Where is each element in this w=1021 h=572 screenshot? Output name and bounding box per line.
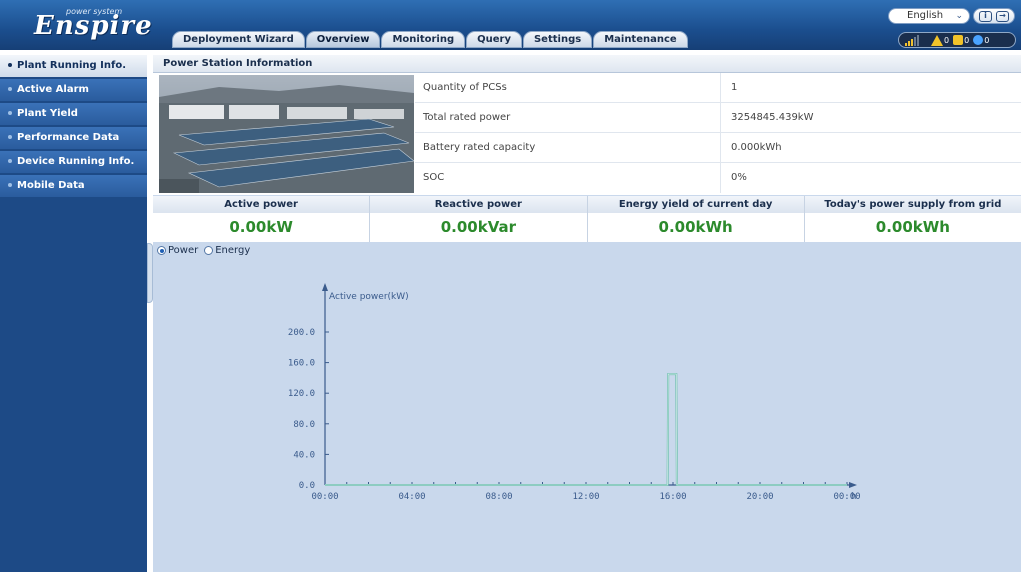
x-tick-label: 08:00 xyxy=(485,492,512,502)
info-alarm-icon xyxy=(973,35,984,45)
power-series-line xyxy=(325,373,847,486)
row-value: 0% xyxy=(731,172,747,183)
active-power-chart: Active power(kW)h0.040.080.0120.0160.020… xyxy=(288,283,861,502)
kpi-value: 0.00kW xyxy=(229,218,293,236)
sidebar-item-label: Device Running Info. xyxy=(17,156,135,167)
row-value: 0.000kWh xyxy=(731,142,782,153)
main-nav-tabs: Deployment Wizard Overview Monitoring Qu… xyxy=(172,31,689,48)
tab-monitoring[interactable]: Monitoring xyxy=(381,31,466,48)
sidebar-item-label: Mobile Data xyxy=(17,180,85,191)
help-icon[interactable]: i xyxy=(979,10,992,22)
app-header: power system Enspire Deployment Wizard O… xyxy=(0,0,1021,50)
major-alarm[interactable]: 0 xyxy=(931,34,950,46)
enspire-logo: power system Enspire xyxy=(8,5,152,45)
major-alarm-icon xyxy=(931,34,943,46)
sidebar-item-label: Performance Data xyxy=(17,132,120,143)
row-value: 1 xyxy=(731,82,738,93)
row-label: SOC xyxy=(415,163,721,193)
signal-strength-icon xyxy=(905,34,919,46)
kpi-grid-supply-today: Today's power supply from grid 0.00kWh xyxy=(804,196,1021,242)
warning-count: 0 xyxy=(984,35,990,45)
bullet-icon xyxy=(8,63,12,67)
kpi-value: 0.00kWh xyxy=(875,218,950,236)
kpi-energy-yield-today: Energy yield of current day 0.00kWh xyxy=(587,196,805,242)
main-content: Power Station Information Quantity of PC… xyxy=(153,55,1021,572)
header-action-buttons: i → xyxy=(973,8,1015,24)
sidebar-item-device-running-info[interactable]: Device Running Info. xyxy=(0,151,147,173)
tab-query[interactable]: Query xyxy=(466,31,522,48)
x-tick-label: 12:00 xyxy=(572,492,599,502)
logout-icon[interactable]: → xyxy=(996,10,1009,22)
table-row: Total rated power 3254845.439kW xyxy=(415,103,1021,133)
energy-radio[interactable] xyxy=(204,246,214,255)
bullet-icon xyxy=(8,87,12,91)
power-radio[interactable] xyxy=(157,246,166,255)
alarm-status-bar: 0 0 0 xyxy=(898,32,1016,48)
sidebar-item-plant-yield[interactable]: Plant Yield xyxy=(0,103,147,125)
sidebar-item-plant-running-info[interactable]: Plant Running Info. xyxy=(0,55,147,77)
y-tick-label: 160.0 xyxy=(288,359,315,369)
x-tick-label: 00:00 xyxy=(833,492,860,502)
station-info-panel: Quantity of PCSs 1 Total rated power 325… xyxy=(153,73,1021,195)
tab-maintenance[interactable]: Maintenance xyxy=(593,31,688,48)
row-label: Quantity of PCSs xyxy=(415,73,721,102)
y-axis-label: Active power(kW) xyxy=(329,292,409,302)
plant-photo xyxy=(159,75,414,193)
x-tick-label: 00:00 xyxy=(311,492,338,502)
tab-settings[interactable]: Settings xyxy=(522,31,593,48)
language-select[interactable]: English ⌄ xyxy=(888,8,970,24)
bullet-icon xyxy=(8,111,12,115)
logo-name: Enspire xyxy=(34,11,153,41)
kpi-label: Active power xyxy=(153,196,370,213)
y-tick-label: 80.0 xyxy=(293,420,315,430)
kpi-value: 0.00kWh xyxy=(658,218,733,236)
sidebar-item-label: Plant Running Info. xyxy=(17,60,126,71)
info-alarm[interactable]: 0 xyxy=(973,35,989,45)
sidebar: Plant Running Info. Active Alarm Plant Y… xyxy=(0,55,147,572)
y-tick-label: 40.0 xyxy=(293,450,315,460)
bullet-icon xyxy=(8,159,12,163)
table-row: Quantity of PCSs 1 xyxy=(415,73,1021,103)
row-label: Battery rated capacity xyxy=(415,133,721,162)
major-alarm-count: 0 xyxy=(944,35,950,45)
row-value: 3254845.439kW xyxy=(731,112,814,123)
kpi-value: 0.00kVar xyxy=(440,218,517,236)
tab-deployment-wizard[interactable]: Deployment Wizard xyxy=(172,31,305,48)
sidebar-item-performance-data[interactable]: Performance Data xyxy=(0,127,147,149)
kpi-label: Reactive power xyxy=(370,196,587,213)
kpi-label: Today's power supply from grid xyxy=(804,196,1021,213)
tab-overview[interactable]: Overview xyxy=(305,31,381,48)
kpi-reactive-power: Reactive power 0.00kVar xyxy=(370,196,588,242)
y-axis-arrow-icon xyxy=(322,283,328,291)
station-info-table: Quantity of PCSs 1 Total rated power 325… xyxy=(415,73,1021,193)
row-label: Total rated power xyxy=(415,103,721,132)
y-tick-label: 200.0 xyxy=(288,328,315,338)
sidebar-item-label: Plant Yield xyxy=(17,108,78,119)
language-value: English xyxy=(907,10,944,21)
minor-alarm[interactable]: 0 xyxy=(953,35,969,45)
x-tick-label: 20:00 xyxy=(746,492,773,502)
bullet-icon xyxy=(8,135,12,139)
table-row: SOC 0% xyxy=(415,163,1021,193)
x-tick-label: 16:00 xyxy=(659,492,686,502)
table-row: Battery rated capacity 0.000kWh xyxy=(415,133,1021,163)
kpi-label: Energy yield of current day xyxy=(587,196,804,213)
bullet-icon xyxy=(8,183,12,187)
x-axis-arrow-icon xyxy=(849,482,857,488)
sidebar-item-mobile-data[interactable]: Mobile Data xyxy=(0,175,147,197)
sidebar-item-label: Active Alarm xyxy=(17,84,89,95)
power-series-highlight xyxy=(325,373,847,486)
kpi-strip: Active power 0.00kW Reactive power 0.00k… xyxy=(153,196,1021,242)
y-tick-label: 120.0 xyxy=(288,389,315,399)
kpi-active-power: Active power 0.00kW xyxy=(153,196,371,242)
y-tick-label: 0.0 xyxy=(299,481,315,491)
sidebar-item-active-alarm[interactable]: Active Alarm xyxy=(0,79,147,101)
minor-alarm-count: 0 xyxy=(964,35,970,45)
minor-alarm-icon xyxy=(953,35,964,45)
x-tick-label: 04:00 xyxy=(398,492,425,502)
section-title: Power Station Information xyxy=(153,55,1021,73)
chevron-down-icon: ⌄ xyxy=(955,11,963,21)
